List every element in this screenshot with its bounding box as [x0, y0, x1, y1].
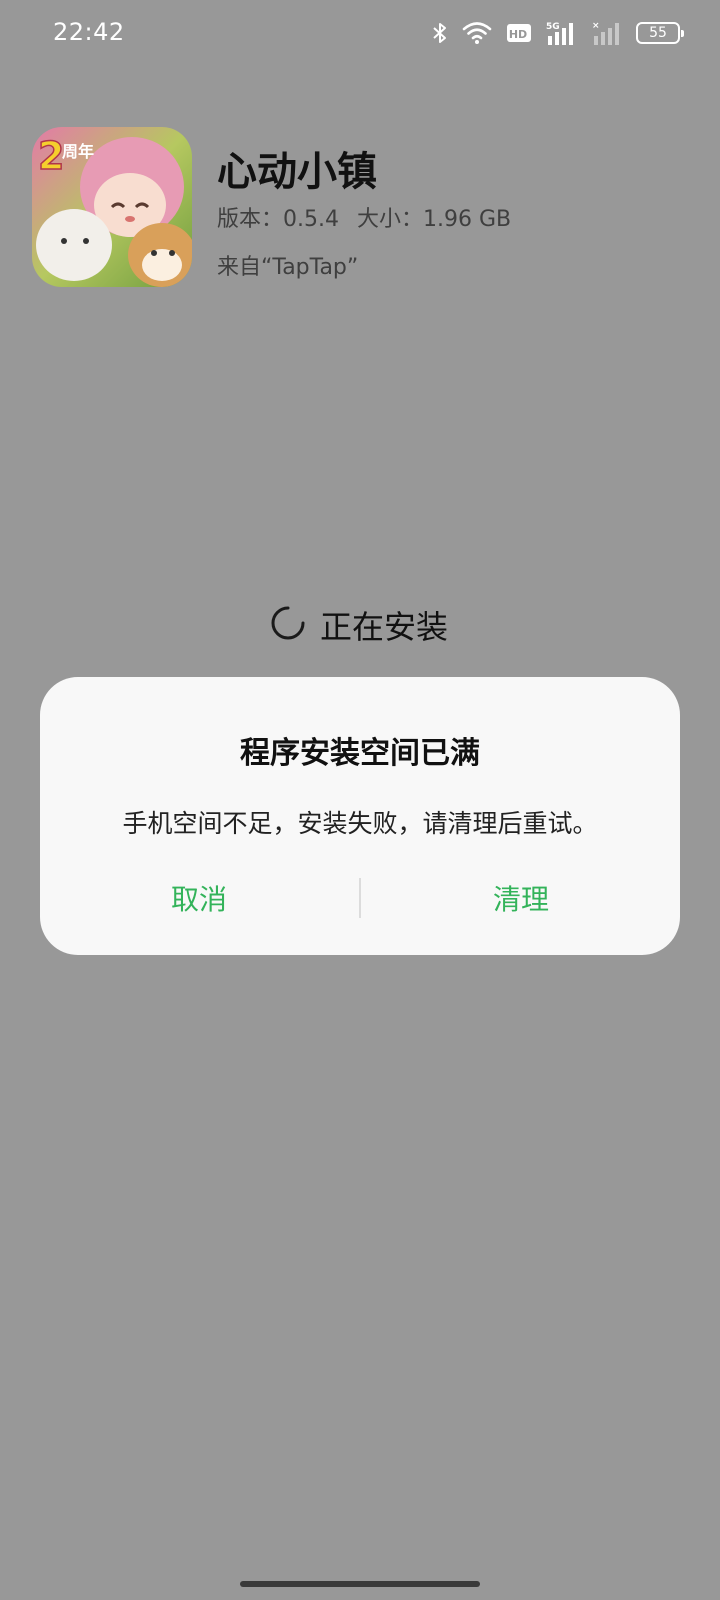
clean-button[interactable]: 清理: [362, 867, 680, 929]
signal-5g-icon: 5G: [546, 20, 578, 46]
app-meta: 版本：0.5.4 大小：1.96 GB: [217, 201, 511, 233]
dialog-title: 程序安装空间已满: [240, 736, 480, 771]
signal-no-sim-icon: ×: [592, 20, 622, 46]
install-status: 正在安装: [270, 603, 448, 647]
battery-level: 55: [649, 25, 667, 41]
svg-text:×: ×: [592, 21, 600, 31]
app-name: 心动小镇: [217, 149, 377, 195]
app-header: 2 周年 心动小镇 版本：0.5.4 大小：1.96 GB 来自“TapTap”: [32, 127, 692, 287]
home-indicator[interactable]: [240, 1581, 480, 1587]
svg-text:2: 2: [38, 134, 64, 178]
bluetooth-icon: [432, 21, 448, 45]
status-bar: 22:42 HD 5G × 55: [0, 0, 720, 66]
status-time: 22:42: [53, 18, 125, 46]
svg-text:周年: 周年: [62, 142, 94, 161]
status-icons: HD 5G × 55: [432, 18, 684, 48]
svg-text:5G: 5G: [546, 22, 560, 32]
app-source: 来自“TapTap”: [217, 255, 359, 280]
spinner-icon: [270, 605, 306, 645]
app-version: 版本：0.5.4: [217, 207, 339, 232]
cancel-button[interactable]: 取消: [40, 867, 358, 929]
wifi-icon: [462, 21, 492, 45]
app-size: 大小：1.96 GB: [356, 207, 512, 232]
storage-full-dialog: 程序安装空间已满 手机空间不足，安装失败，请清理后重试。 取消 清理: [40, 677, 680, 955]
dialog-divider: [359, 878, 361, 918]
svg-text:HD: HD: [509, 28, 527, 41]
battery-icon: 55: [636, 22, 684, 44]
install-status-text: 正在安装: [320, 608, 449, 646]
app-icon: 2 周年: [32, 127, 192, 287]
hd-icon: HD: [506, 23, 532, 43]
dialog-message: 手机空间不足，安装失败，请清理后重试。: [122, 809, 598, 838]
